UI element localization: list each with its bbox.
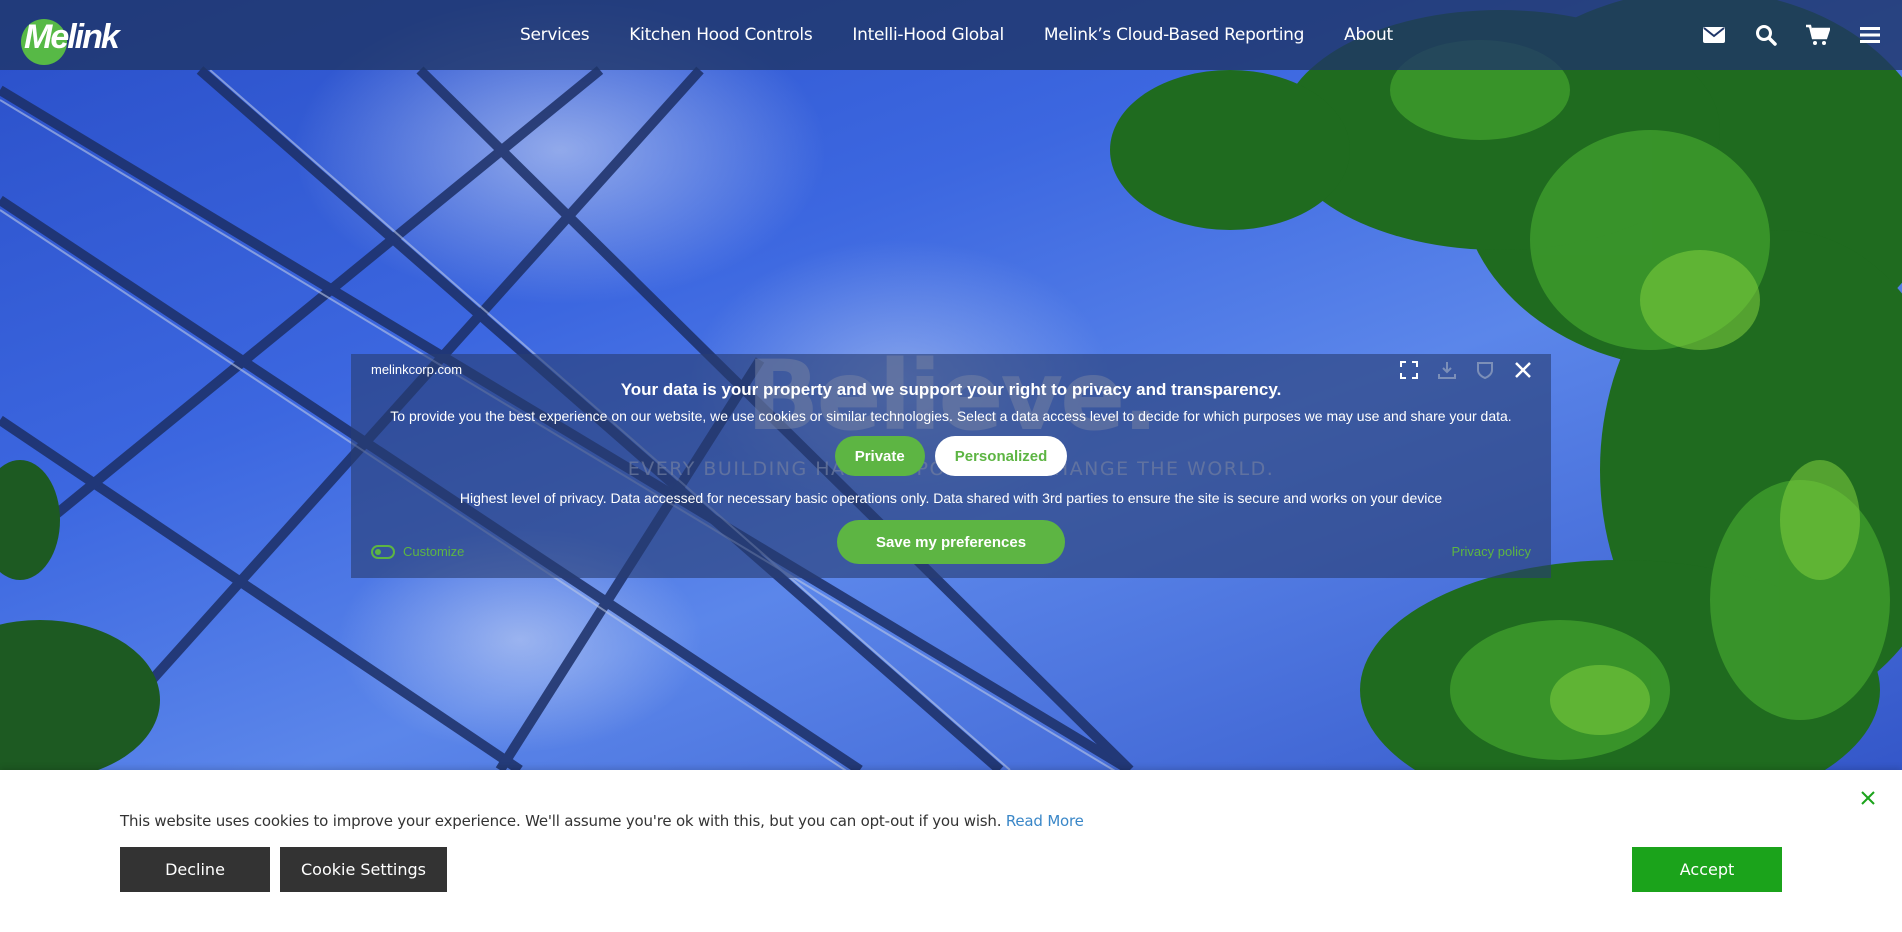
level-private-button[interactable]: Private (834, 436, 925, 476)
cookie-message-text: This website uses cookies to improve you… (120, 812, 1002, 830)
cookie-message: This website uses cookies to improve you… (120, 812, 1084, 830)
shield-icon[interactable] (1475, 360, 1495, 380)
accept-button[interactable]: Accept (1632, 847, 1782, 892)
data-access-levels: Private Personalized (351, 436, 1551, 476)
privacy-site-domain: melinkcorp.com (371, 362, 463, 377)
close-icon[interactable] (1858, 788, 1878, 808)
search-icon[interactable] (1754, 23, 1778, 47)
level-description: Highest level of privacy. Data accessed … (459, 490, 1443, 506)
toggle-icon (371, 544, 395, 559)
nav-link-kitchen-hood-controls[interactable]: Kitchen Hood Controls (629, 25, 812, 45)
decline-button[interactable]: Decline (120, 847, 270, 892)
privacy-heading: Your data is your property and we suppor… (620, 380, 1282, 399)
envelope-icon[interactable] (1702, 23, 1726, 47)
privacy-preferences-modal: melinkcorp.com Your data is your propert… (351, 354, 1551, 578)
save-preferences-button[interactable]: Save my preferences (837, 520, 1065, 564)
melink-logo[interactable]: Melink (18, 8, 130, 65)
nav-links: Services Kitchen Hood Controls Intelli-H… (520, 0, 1393, 70)
customize-toggle[interactable]: Customize (371, 544, 464, 559)
read-more-link[interactable]: Read More (1006, 812, 1084, 830)
nav-link-about[interactable]: About (1344, 25, 1393, 45)
top-navigation: Melink Services Kitchen Hood Controls In… (0, 0, 1902, 70)
nav-link-cloud-based-reporting[interactable]: Melink’s Cloud-Based Reporting (1044, 25, 1304, 45)
download-icon[interactable] (1437, 360, 1457, 380)
cookie-consent-bar: This website uses cookies to improve you… (0, 770, 1902, 932)
cookie-settings-button[interactable]: Cookie Settings (280, 847, 447, 892)
expand-icon[interactable] (1399, 360, 1419, 380)
menu-icon[interactable] (1858, 23, 1882, 47)
customize-label: Customize (403, 544, 465, 559)
nav-link-services[interactable]: Services (520, 25, 590, 45)
level-personalized-button[interactable]: Personalized (934, 436, 1068, 476)
nav-link-intelli-hood-global[interactable]: Intelli-Hood Global (852, 25, 1004, 45)
privacy-modal-toolbar (1399, 360, 1533, 380)
nav-icons (1702, 0, 1882, 70)
close-icon[interactable] (1513, 360, 1533, 380)
privacy-description: To provide you the best experience on ou… (390, 408, 1512, 424)
cart-icon[interactable] (1806, 23, 1830, 47)
privacy-policy-link[interactable]: Privacy policy (1452, 544, 1531, 559)
logo-text: Melink (24, 18, 120, 56)
